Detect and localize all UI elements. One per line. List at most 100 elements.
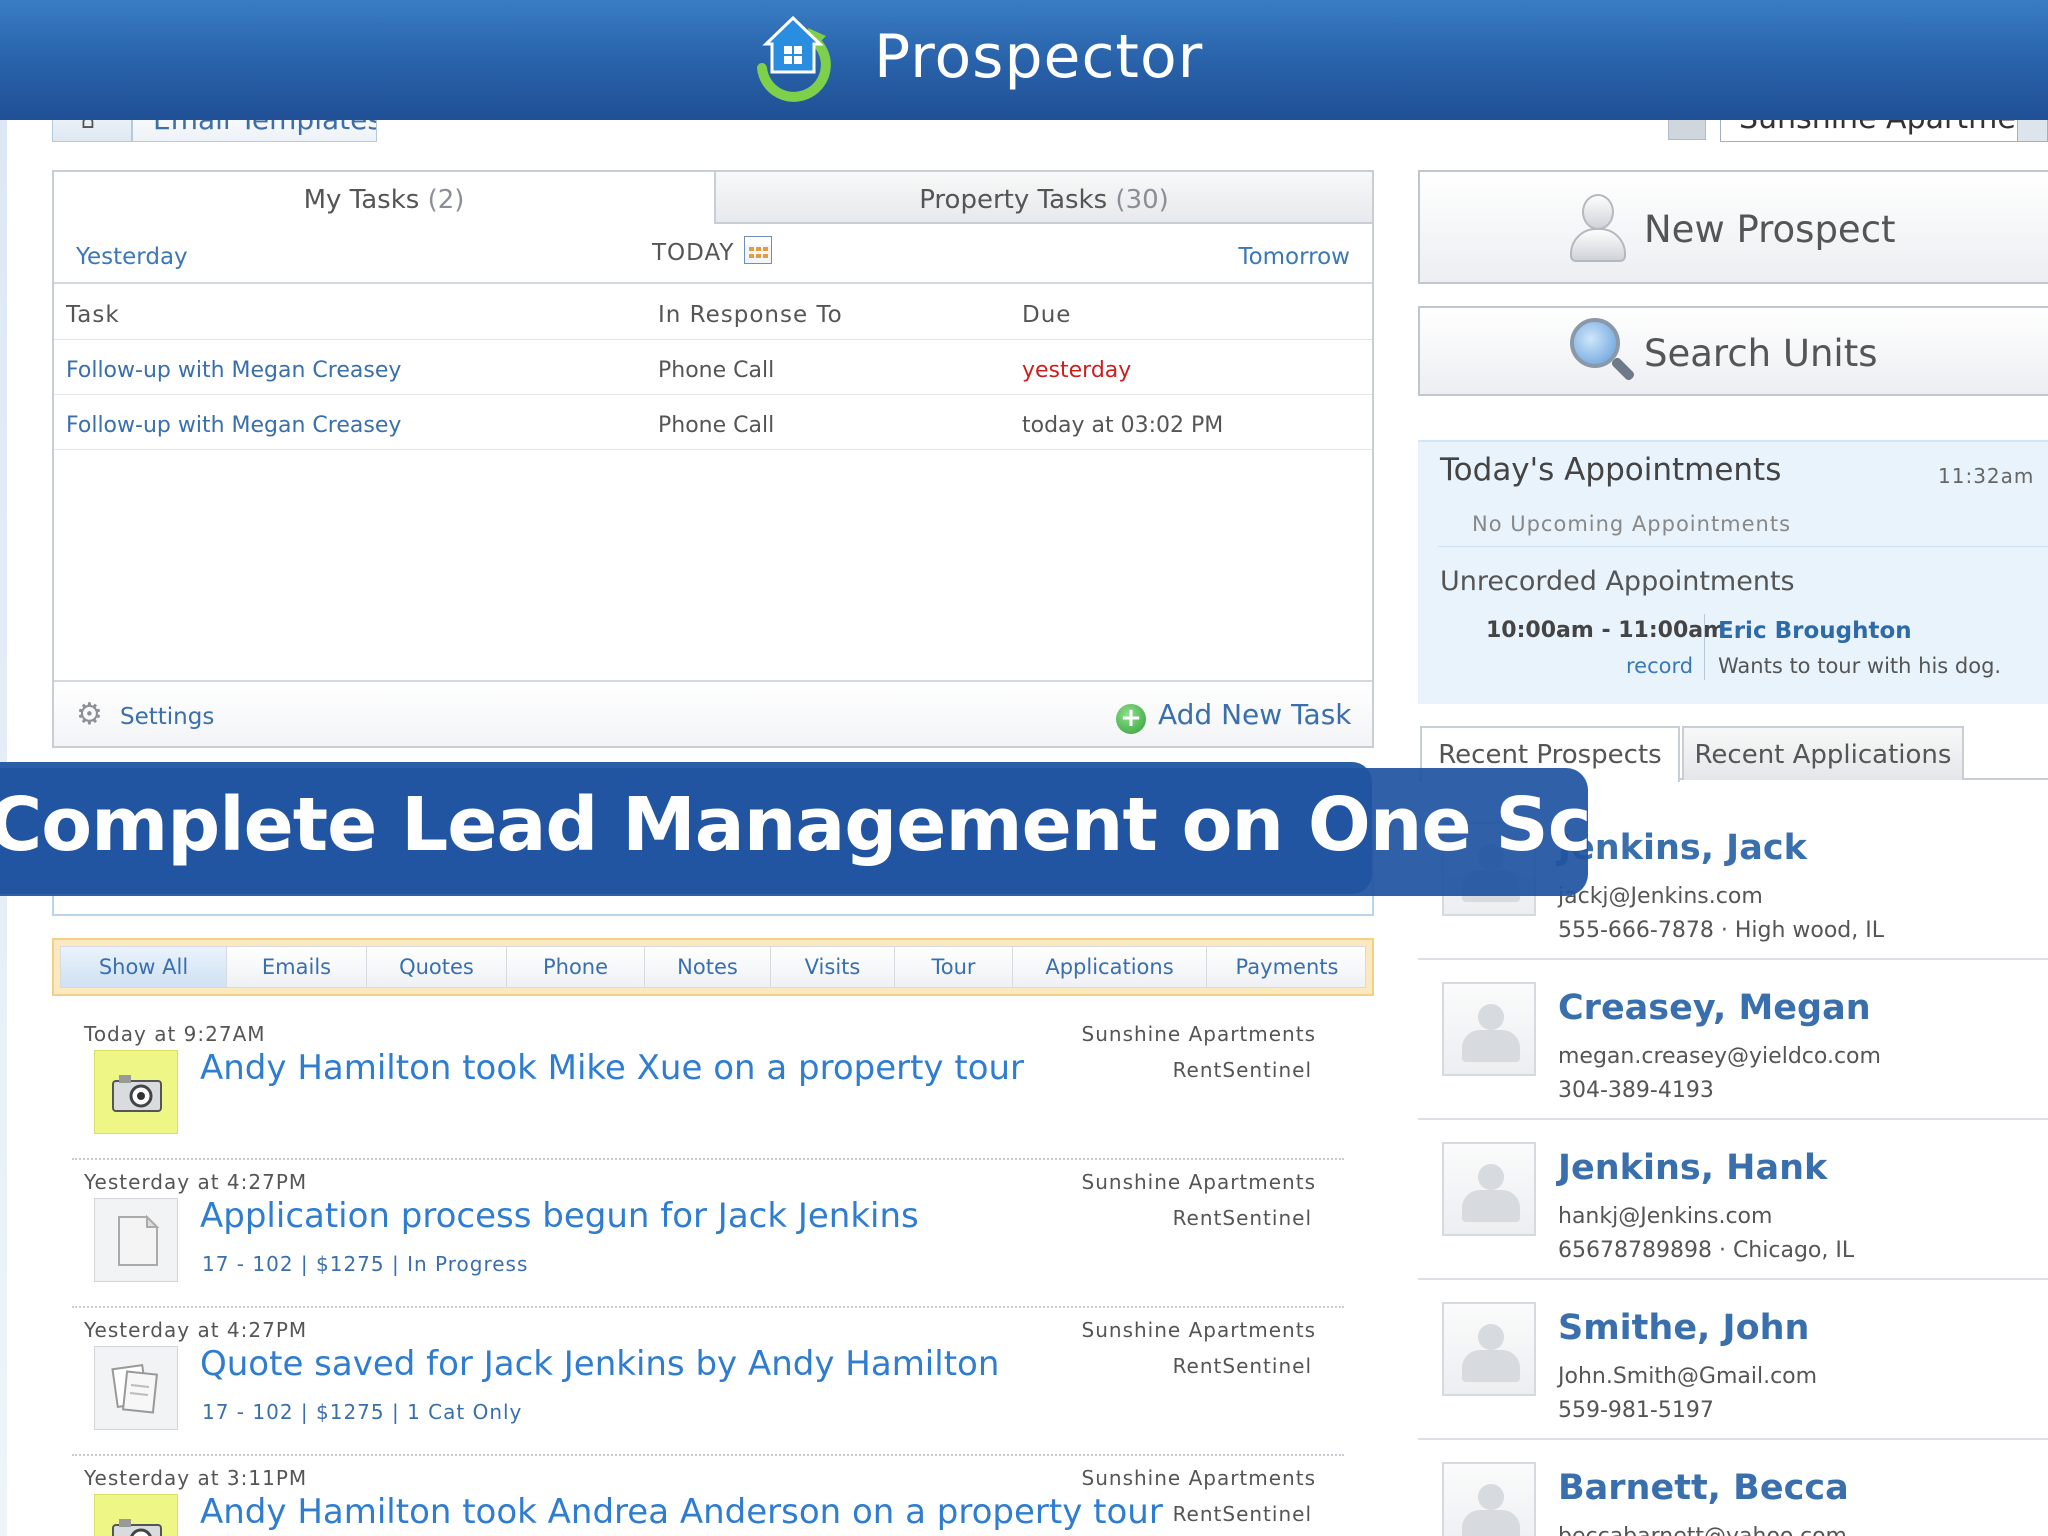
task-response: Phone Call bbox=[658, 358, 775, 383]
prospect-name[interactable]: Jenkins, Jack bbox=[1558, 828, 1807, 868]
activity-source: RentSentinel bbox=[1172, 1058, 1312, 1082]
prospect-name[interactable]: Jenkins, Hank bbox=[1558, 1148, 1827, 1188]
appointment-note: Wants to tour with his dog. bbox=[1718, 654, 2002, 678]
activity-source: RentSentinel bbox=[1172, 1206, 1312, 1230]
unrecorded-title: Unrecorded Appointments bbox=[1440, 566, 1795, 597]
no-appointments-text: No Upcoming Appointments bbox=[1472, 512, 1792, 536]
activity-property: Sunshine Apartments bbox=[1081, 1466, 1316, 1490]
appointments-panel: Today's Appointments 11:32am No Upcoming… bbox=[1418, 440, 2048, 704]
list-item[interactable]: Barnett, Becca beccabarnett@yahoo.com bbox=[1418, 1440, 2048, 1536]
new-prospect-label: New Prospect bbox=[1644, 208, 1896, 251]
activity-detail: 17 - 102 | $1275 | In Progress bbox=[202, 1252, 529, 1276]
prospect-name[interactable]: Smithe, John bbox=[1558, 1308, 1809, 1348]
caption-text: Complete Lead Management on One Screen bbox=[0, 782, 1588, 868]
app-title: Prospector bbox=[874, 22, 1204, 92]
filter-buttons: Show All Emails Quotes Phone Notes Visit… bbox=[60, 946, 1366, 988]
appointments-title: Today's Appointments bbox=[1440, 452, 1782, 488]
task-link[interactable]: Follow-up with Megan Creasey bbox=[66, 358, 401, 383]
activity-title-link[interactable]: Andy Hamilton took Mike Xue on a propert… bbox=[200, 1048, 1024, 1088]
activity-item: Today at 9:27AM Sunshine Apartments Rent… bbox=[72, 1012, 1344, 1160]
column-header-task[interactable]: Task bbox=[66, 302, 120, 328]
task-response: Phone Call bbox=[658, 413, 775, 438]
tasks-footer: ⚙ Settings + Add New Task bbox=[54, 680, 1372, 746]
papers-icon bbox=[94, 1346, 178, 1430]
activity-title-link[interactable]: Quote saved for Jack Jenkins by Andy Ham… bbox=[200, 1344, 999, 1384]
column-header-due[interactable]: Due bbox=[1022, 302, 1071, 328]
tab-property-tasks-count: (30) bbox=[1115, 185, 1169, 215]
prospect-name[interactable]: Barnett, Becca bbox=[1558, 1468, 1849, 1508]
activity-property: Sunshine Apartments bbox=[1081, 1022, 1316, 1046]
tab-property-tasks[interactable]: Property Tasks (30) bbox=[714, 172, 1372, 224]
prospect-phone: 304-389-4193 bbox=[1558, 1078, 1714, 1103]
activity-time: Yesterday at 3:11PM bbox=[84, 1466, 308, 1490]
filter-notes[interactable]: Notes bbox=[645, 947, 771, 987]
activity-title-link[interactable]: Application process begun for Jack Jenki… bbox=[200, 1196, 919, 1236]
magnifier-icon bbox=[1566, 314, 1636, 394]
activity-source: RentSentinel bbox=[1172, 1354, 1312, 1378]
filter-show-all[interactable]: Show All bbox=[61, 947, 227, 987]
filter-visits[interactable]: Visits bbox=[771, 947, 895, 987]
record-link[interactable]: record bbox=[1626, 654, 1693, 678]
today-label: TODAY bbox=[652, 240, 735, 266]
document-icon bbox=[94, 1198, 178, 1282]
app-window: Prospector ⌂ Email Templates Sunshine Ap… bbox=[0, 0, 2048, 1536]
tomorrow-link[interactable]: Tomorrow bbox=[1238, 244, 1350, 270]
list-item[interactable]: Jenkins, Hank hankj@Jenkins.com 65678789… bbox=[1418, 1120, 2048, 1280]
activity-time: Today at 9:27AM bbox=[84, 1022, 266, 1046]
calendar-icon[interactable] bbox=[744, 236, 772, 264]
filter-emails[interactable]: Emails bbox=[227, 947, 367, 987]
person-icon bbox=[1568, 194, 1628, 264]
filter-phone[interactable]: Phone bbox=[507, 947, 645, 987]
activity-title-link[interactable]: Andy Hamilton took Andrea Anderson on a … bbox=[200, 1492, 1163, 1532]
prospect-phone: 65678789898 · Chicago, IL bbox=[1558, 1238, 1855, 1263]
gear-icon[interactable]: ⚙ bbox=[76, 700, 103, 730]
filter-applications[interactable]: Applications bbox=[1013, 947, 1207, 987]
filter-payments[interactable]: Payments bbox=[1207, 947, 1367, 987]
list-item[interactable]: Smithe, John John.Smith@Gmail.com 559-98… bbox=[1418, 1280, 2048, 1440]
prospect-phone: 559-981-5197 bbox=[1558, 1398, 1714, 1423]
activity-item: Yesterday at 4:27PM Sunshine Apartments … bbox=[72, 1308, 1344, 1456]
task-due: yesterday bbox=[1022, 358, 1132, 383]
table-row: Follow-up with Megan Creasey Phone Call … bbox=[54, 340, 1372, 395]
tab-my-tasks-label: My Tasks bbox=[303, 185, 420, 215]
filter-tour[interactable]: Tour bbox=[895, 947, 1013, 987]
column-header-response[interactable]: In Response To bbox=[658, 302, 843, 328]
prospect-email: hankj@Jenkins.com bbox=[1558, 1204, 1773, 1229]
day-navigation: Yesterday TODAY Tomorrow bbox=[54, 224, 1372, 284]
appointments-clock: 11:32am bbox=[1938, 464, 2035, 488]
list-item[interactable]: Creasey, Megan megan.creasey@yieldco.com… bbox=[1418, 960, 2048, 1120]
divider bbox=[1704, 614, 1705, 680]
prospect-email: jackj@Jenkins.com bbox=[1558, 884, 1763, 909]
tab-recent-applications[interactable]: Recent Applications bbox=[1682, 726, 1964, 780]
add-new-task-button[interactable]: Add New Task bbox=[1158, 698, 1352, 731]
task-link[interactable]: Follow-up with Megan Creasey bbox=[66, 413, 401, 438]
avatar bbox=[1442, 1462, 1536, 1536]
filter-quotes[interactable]: Quotes bbox=[367, 947, 507, 987]
search-units-button[interactable]: Search Units bbox=[1418, 306, 2048, 396]
appointment-time: 10:00am - 11:00am bbox=[1486, 618, 1727, 643]
tab-my-tasks-count: (2) bbox=[427, 185, 465, 215]
settings-link[interactable]: Settings bbox=[120, 704, 214, 730]
task-due: today at 03:02 PM bbox=[1022, 413, 1224, 438]
activity-detail: 17 - 102 | $1275 | 1 Cat Only bbox=[202, 1400, 523, 1424]
avatar bbox=[1442, 1142, 1536, 1236]
top-banner: Prospector bbox=[0, 0, 2048, 120]
search-units-label: Search Units bbox=[1644, 332, 1878, 375]
caption-overlay: Complete Lead Management on One Screen bbox=[0, 768, 1588, 896]
tab-my-tasks[interactable]: My Tasks (2) bbox=[54, 172, 714, 224]
activity-item: Yesterday at 3:11PM Sunshine Apartments … bbox=[72, 1456, 1344, 1536]
camera-icon bbox=[94, 1494, 178, 1536]
prospector-logo-icon bbox=[757, 15, 831, 102]
camera-icon bbox=[94, 1050, 178, 1134]
yesterday-link[interactable]: Yesterday bbox=[76, 244, 188, 270]
new-prospect-button[interactable]: New Prospect bbox=[1418, 170, 2048, 284]
add-circle-icon[interactable]: + bbox=[1116, 704, 1146, 734]
task-table-header: Task In Response To Due bbox=[54, 284, 1372, 340]
prospect-name[interactable]: Creasey, Megan bbox=[1558, 988, 1871, 1028]
activity-property: Sunshine Apartments bbox=[1081, 1170, 1316, 1194]
avatar bbox=[1442, 982, 1536, 1076]
divider bbox=[1438, 546, 2048, 547]
appointment-prospect-link[interactable]: Eric Broughton bbox=[1718, 618, 1912, 644]
prospect-email: beccabarnett@yahoo.com bbox=[1558, 1524, 1847, 1536]
activity-filter-bar: Show All Emails Quotes Phone Notes Visit… bbox=[52, 938, 1374, 996]
